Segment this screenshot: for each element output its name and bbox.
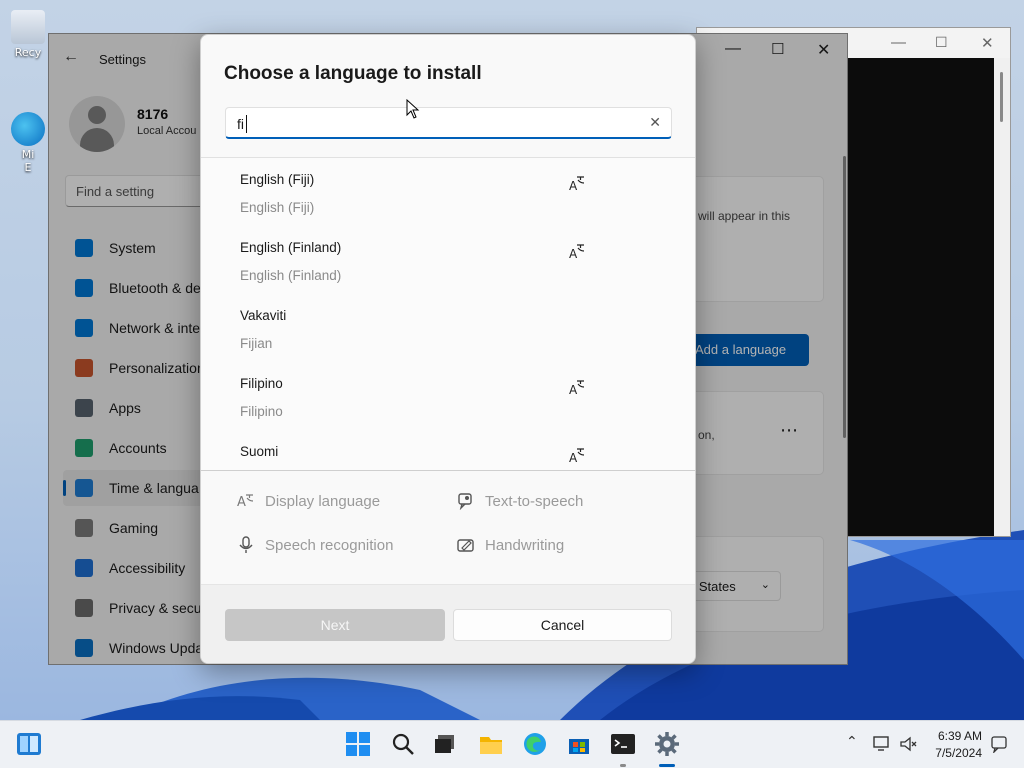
cancel-button[interactable]: Cancel [453, 609, 672, 641]
language-native-name: English (Fiji) [240, 200, 315, 215]
feature-label: Handwriting [485, 537, 565, 554]
choose-language-dialog: Choose a language to install fi ✕ Englis… [200, 34, 696, 664]
text-to-speech-icon [458, 493, 472, 510]
file-explorer-icon[interactable] [478, 731, 504, 757]
language-list-item[interactable]: Filipino Filipino A [201, 362, 695, 430]
microphone-icon [239, 536, 253, 553]
running-indicator [659, 764, 675, 767]
language-native-name: Fijian [240, 336, 273, 351]
minimize-icon[interactable]: — [891, 34, 906, 51]
microsoft-store-icon[interactable] [566, 731, 592, 757]
running-indicator [620, 764, 626, 767]
feature-label: Text-to-speech [485, 493, 584, 510]
language-list-item[interactable]: Suomi A [201, 430, 695, 470]
terminal-icon[interactable] [610, 731, 636, 757]
language-name: Suomi [240, 444, 279, 459]
network-icon[interactable] [872, 734, 892, 754]
volume-muted-icon[interactable] [898, 734, 918, 754]
feature-label: Display language [265, 493, 381, 510]
language-name: English (Finland) [240, 240, 342, 255]
clock-date[interactable]: 7/5/2024 [930, 746, 982, 760]
notifications-icon[interactable] [990, 735, 1008, 753]
language-name: English (Fiji) [240, 172, 315, 187]
edge-icon [11, 112, 45, 146]
settings-gear-icon[interactable] [654, 731, 680, 757]
terminal-scrollbar[interactable] [994, 58, 1010, 536]
edge-browser-icon[interactable] [522, 731, 548, 757]
divider [201, 470, 695, 471]
desktop-icon-label: Mi [21, 148, 35, 161]
language-list[interactable]: English (Fiji) English (Fiji) A English (Fi… [201, 158, 695, 470]
windows-start-icon[interactable] [345, 731, 371, 757]
scrollbar-thumb[interactable] [1000, 72, 1003, 122]
search-value: fi [237, 116, 244, 132]
close-icon[interactable]: ✕ [981, 34, 994, 52]
language-name: Vakaviti [240, 308, 287, 323]
svg-text:A: A [569, 247, 578, 260]
task-view-icon[interactable] [432, 731, 458, 757]
language-native-name: English (Finland) [240, 268, 342, 283]
display-language-icon: A [569, 380, 585, 396]
desktop-icon-label: E [24, 161, 32, 174]
clock-time[interactable]: 6:39 AM [930, 729, 982, 743]
language-native-name: Filipino [240, 404, 283, 419]
language-list-item[interactable]: English (Fiji) English (Fiji) A [201, 158, 695, 226]
language-list-item[interactable]: Vakaviti Fijian [201, 294, 695, 362]
svg-text:A: A [569, 383, 578, 396]
taskbar: ⌃ 6:39 AM 7/5/2024 [0, 720, 1024, 768]
recycle-bin-desktop-icon[interactable]: Recy [8, 10, 48, 59]
mouse-cursor-icon [406, 99, 420, 119]
recycle-bin-icon [11, 10, 45, 44]
svg-text:A: A [237, 495, 246, 510]
maximize-icon[interactable]: ☐ [935, 34, 948, 51]
chevron-up-icon[interactable]: ⌃ [846, 733, 858, 750]
svg-text:A: A [569, 451, 578, 464]
search-icon[interactable] [390, 731, 416, 757]
text-caret [246, 115, 247, 133]
language-list-item[interactable]: English (Finland) English (Finland) A [201, 226, 695, 294]
handwriting-icon [457, 539, 474, 552]
display-language-icon: A [569, 244, 585, 260]
svg-text:A: A [569, 179, 578, 192]
language-name: Filipino [240, 376, 283, 391]
next-button[interactable]: Next [225, 609, 445, 641]
feature-label: Speech recognition [265, 537, 394, 554]
edge-desktop-shortcut[interactable]: Mi E [8, 112, 48, 174]
language-search-input[interactable]: fi ✕ [225, 107, 672, 139]
display-language-icon: A [569, 448, 585, 464]
display-language-icon: A [237, 494, 254, 510]
dialog-footer: Next Cancel [201, 584, 695, 663]
display-language-icon: A [569, 176, 585, 192]
desktop-icon-label: Recy [14, 46, 42, 59]
widgets-icon[interactable] [16, 732, 42, 758]
clear-icon[interactable]: ✕ [649, 114, 661, 131]
dialog-title: Choose a language to install [224, 63, 482, 84]
